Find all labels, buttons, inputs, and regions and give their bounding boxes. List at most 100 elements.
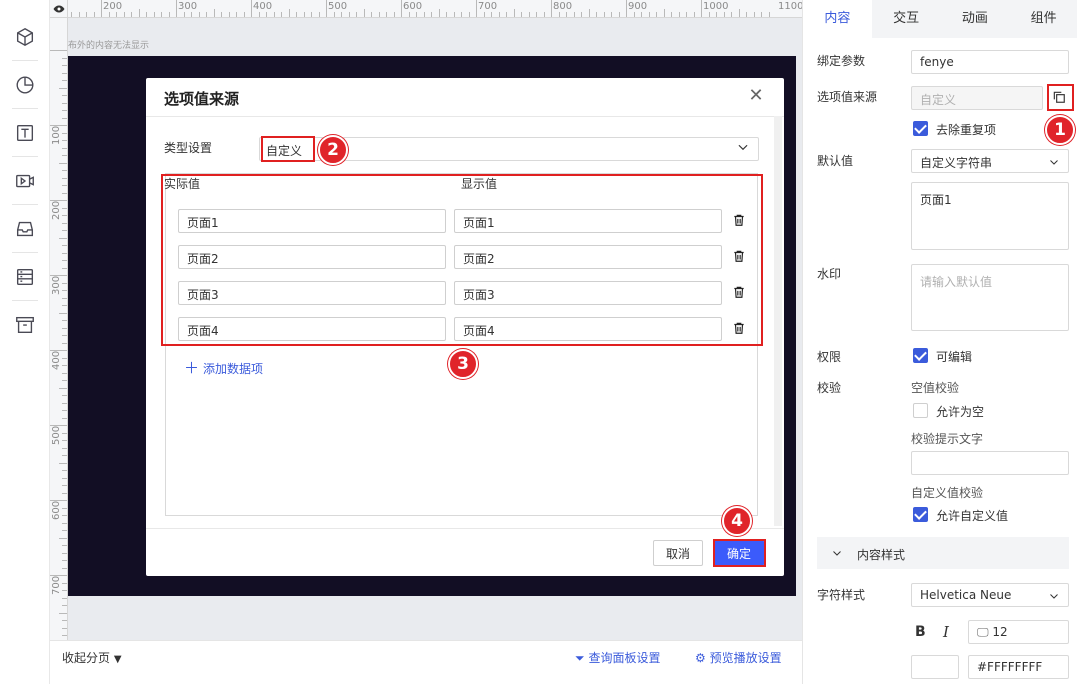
collapse-pages-label: 收起分页 (62, 651, 111, 665)
ruler-tick (138, 9, 140, 17)
ruler-tick (446, 12, 447, 17)
ruler-tick (146, 12, 147, 17)
allow-empty-checkbox[interactable] (913, 403, 928, 418)
ruler-horizontal: 200 300 400 500 600 700 800 900 1000 1100 (68, 0, 802, 18)
add-item-button[interactable]: ＋添加数据项 (184, 357, 263, 378)
permission-label: 权限 (817, 350, 842, 364)
editable-checkbox[interactable] (913, 348, 928, 363)
chevron-down-icon (1050, 160, 1058, 165)
font-family-value: Helvetica Neue (920, 588, 1012, 602)
collapse-pages-button[interactable]: 收起分页 ▼ (62, 649, 122, 666)
ruler-tick (101, 0, 102, 17)
ruler-tick (62, 155, 67, 156)
ruler-vertical: 100 200 300 400 500 600 700 (50, 18, 68, 640)
property-tabs: 内容 交互 动画 组件 (803, 0, 1077, 38)
ruler-tick (62, 507, 67, 509)
tab-component[interactable]: 组件 (1009, 0, 1077, 38)
ruler-tick (236, 12, 237, 17)
ruler-tick (251, 0, 252, 17)
text-box-icon[interactable] (10, 118, 40, 148)
font-size-input[interactable]: 🖵 12 (968, 620, 1069, 644)
list-icon[interactable] (10, 262, 40, 292)
ruler-tick (566, 12, 567, 17)
watermark-textarea[interactable]: 请输入默认值 (911, 264, 1069, 331)
ruler-label: 800 (553, 1, 573, 12)
hint-text-input[interactable] (911, 451, 1069, 475)
ruler-tick (62, 267, 67, 269)
ruler-tick (536, 12, 537, 17)
hint-text-label: 校验提示文字 (911, 432, 984, 446)
ruler-label: 100 (51, 125, 62, 145)
font-family-select[interactable]: Helvetica Neue (911, 583, 1069, 607)
ruler-tick (62, 372, 67, 374)
annotation-highlight (161, 174, 763, 346)
ruler-label: 300 (51, 275, 62, 295)
eye-icon[interactable] (50, 0, 68, 18)
tab-content[interactable]: 内容 (803, 0, 872, 38)
ruler-tick (221, 12, 222, 17)
ruler-tick (363, 9, 365, 17)
ruler-tick (62, 492, 67, 494)
tab-interaction[interactable]: 交互 (872, 0, 941, 38)
cube-icon[interactable] (10, 22, 40, 52)
ruler-tick (393, 12, 395, 17)
cancel-button[interactable]: 取消 (653, 540, 703, 566)
ruler-label: 500 (328, 1, 348, 12)
inbox-icon[interactable] (10, 214, 40, 244)
italic-button[interactable]: I (943, 623, 949, 641)
ruler-tick (761, 12, 762, 17)
ruler-tick (62, 447, 67, 449)
ruler-tick (62, 65, 67, 66)
ruler-tick (228, 12, 230, 17)
app-window: 200 300 400 500 600 700 800 900 1000 1100 100 200 3… (0, 0, 1077, 684)
ruler-tick (438, 9, 440, 17)
ruler-tick (296, 12, 297, 17)
ruler-tick (62, 522, 67, 524)
ruler-tick (333, 12, 335, 17)
ruler-tick (62, 417, 67, 419)
allow-custom-checkbox[interactable] (913, 507, 928, 522)
ruler-tick (243, 12, 245, 17)
ruler-label: 500 (51, 425, 62, 445)
preview-settings-button[interactable]: ⚙ 预览播放设置 (695, 649, 782, 666)
media-icon[interactable] (10, 166, 40, 196)
bind-param-input[interactable]: fenye (911, 50, 1069, 74)
pie-chart-icon[interactable] (10, 70, 40, 100)
dedupe-checkbox[interactable] (913, 121, 928, 136)
ruler-tick (573, 12, 575, 17)
ruler-tick (62, 177, 67, 179)
ruler-tick (378, 12, 380, 17)
ruler-tick (59, 87, 67, 89)
ruler-tick (93, 12, 95, 17)
ruler-label: 200 (51, 200, 62, 220)
query-panel-settings-button[interactable]: ⏷ 查询面板设置 (575, 649, 660, 666)
default-type-value: 自定义字符串 (920, 156, 993, 170)
ruler-tick (588, 9, 590, 17)
chevron-down-icon (738, 144, 748, 151)
ruler-tick (62, 545, 67, 546)
default-value-textarea[interactable]: 页面1 (911, 182, 1069, 250)
ruler-tick (753, 12, 755, 17)
default-type-select[interactable]: 自定义字符串 (911, 149, 1069, 173)
option-source-label: 选项值来源 (817, 90, 878, 104)
ruler-tick (641, 12, 642, 17)
ruler-tick (62, 207, 67, 209)
color-hex-input[interactable]: #FFFFFFFF (968, 655, 1069, 679)
step-badge: 3 (448, 349, 478, 379)
ruler-tick (678, 12, 680, 17)
close-icon[interactable]: ✕ (746, 86, 766, 106)
ruler-tick (648, 12, 650, 17)
ruler-tick (62, 365, 67, 366)
ruler-tick (62, 530, 67, 531)
dialog-scrollbar[interactable] (774, 116, 782, 526)
tab-animation[interactable]: 动画 (941, 0, 1010, 38)
content-style-section[interactable]: 内容样式 (817, 537, 1069, 569)
step-badge: 2 (318, 135, 348, 165)
font-style-label: 字符样式 (817, 588, 866, 602)
ruler-tick (62, 477, 67, 479)
property-panel: 内容 交互 动画 组件 绑定参数 fenye 选项值来源 自定义 1 去除重复项… (802, 0, 1077, 684)
bold-button[interactable]: B (915, 624, 926, 640)
color-swatch[interactable] (911, 655, 959, 679)
ruler-tick (62, 117, 67, 119)
archive-icon[interactable] (10, 310, 40, 340)
